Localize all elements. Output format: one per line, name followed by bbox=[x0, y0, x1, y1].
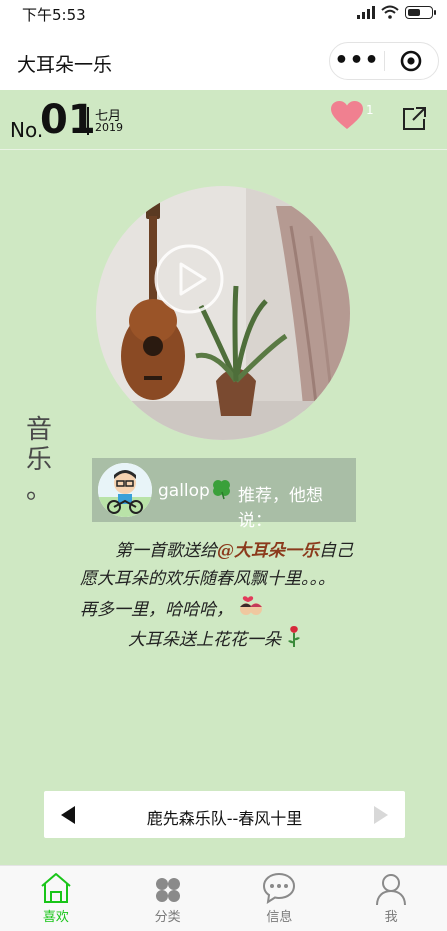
battery-icon bbox=[405, 5, 436, 19]
category-icon bbox=[155, 878, 180, 902]
status-bar: 下午5:53 bbox=[0, 0, 447, 28]
music-player-bar: 鹿先森乐队--春风十里 bbox=[44, 791, 405, 838]
clover-icon bbox=[213, 480, 230, 500]
tab-like[interactable]: 喜欢 bbox=[0, 866, 112, 931]
side-char: 乐 bbox=[25, 445, 52, 475]
message-text: 自己 bbox=[319, 541, 353, 561]
miniprogram-capsule: ••• bbox=[329, 42, 439, 80]
issue-no-label: No. bbox=[10, 118, 44, 142]
message-line: 愿大耳朵的欢乐随春风飘十里。。。 bbox=[80, 569, 335, 589]
side-char: 。 bbox=[25, 475, 52, 505]
status-time: 下午5:53 bbox=[22, 6, 86, 24]
couple-emoji-icon bbox=[240, 596, 263, 615]
tab-me[interactable]: 我 bbox=[335, 866, 447, 931]
home-icon bbox=[41, 873, 71, 903]
share-icon[interactable] bbox=[400, 105, 428, 133]
mention-link[interactable]: @大耳朵一乐 bbox=[217, 541, 319, 561]
chat-icon bbox=[263, 872, 296, 904]
tab-label: 我 bbox=[384, 910, 398, 925]
side-vertical-text: 音 乐 。 bbox=[22, 415, 56, 505]
status-icons bbox=[357, 5, 436, 19]
signal-icon bbox=[357, 5, 375, 19]
battery-level bbox=[408, 8, 420, 16]
recommender-card: gallop 推荐，他想说： bbox=[92, 458, 356, 531]
caret-right-icon bbox=[374, 806, 388, 824]
like-heart-icon[interactable] bbox=[330, 100, 364, 130]
track-title[interactable]: 鹿先森乐队--春风十里 bbox=[44, 805, 405, 829]
tab-label: 分类 bbox=[154, 910, 181, 925]
like-count: 1 bbox=[366, 103, 374, 117]
recommender-name[interactable]: gallop bbox=[158, 481, 210, 501]
issue-header: No. 01 七月 2019 1 bbox=[0, 90, 447, 150]
issue-year: 2019 bbox=[95, 121, 123, 134]
play-icon bbox=[179, 262, 207, 296]
tab-bar: 喜欢 分类 信息 我 bbox=[0, 865, 447, 931]
person-icon bbox=[376, 874, 407, 906]
page-title: 大耳朵一乐 bbox=[17, 54, 113, 76]
tab-label: 信息 bbox=[266, 910, 293, 925]
recommend-text: 推荐，他想说： bbox=[238, 486, 323, 531]
more-dots-icon: ••• bbox=[334, 48, 380, 73]
close-button[interactable] bbox=[385, 43, 438, 79]
next-track-button[interactable] bbox=[373, 805, 389, 825]
message-text: 大耳朵送上花花一朵 bbox=[128, 630, 281, 650]
more-button[interactable]: ••• bbox=[330, 43, 384, 79]
target-close-icon bbox=[401, 50, 422, 72]
side-char: 音 bbox=[25, 415, 52, 445]
tab-label: 喜欢 bbox=[42, 910, 69, 925]
tab-category[interactable]: 分类 bbox=[112, 866, 224, 931]
nav-bar: 大耳朵一乐 ••• bbox=[0, 28, 447, 90]
message-line: 大耳朵送上花花一朵 bbox=[128, 624, 302, 650]
play-button[interactable] bbox=[154, 244, 224, 314]
avatar[interactable] bbox=[98, 463, 152, 517]
issue-divider bbox=[87, 107, 89, 135]
main-content: No. 01 七月 2019 1 音 乐 。 gallop 推荐，他想说： 第一… bbox=[0, 90, 447, 865]
message-text: 第一首歌送给 bbox=[115, 541, 217, 561]
message-text: 再多一里，哈哈哈， bbox=[80, 600, 233, 620]
rose-icon bbox=[288, 626, 301, 647]
tab-info[interactable]: 信息 bbox=[224, 866, 336, 931]
message-line: 第一首歌送给@大耳朵一乐自己 bbox=[115, 536, 353, 561]
message-line: 再多一里，哈哈哈， bbox=[80, 595, 264, 620]
wifi-icon bbox=[381, 5, 399, 19]
